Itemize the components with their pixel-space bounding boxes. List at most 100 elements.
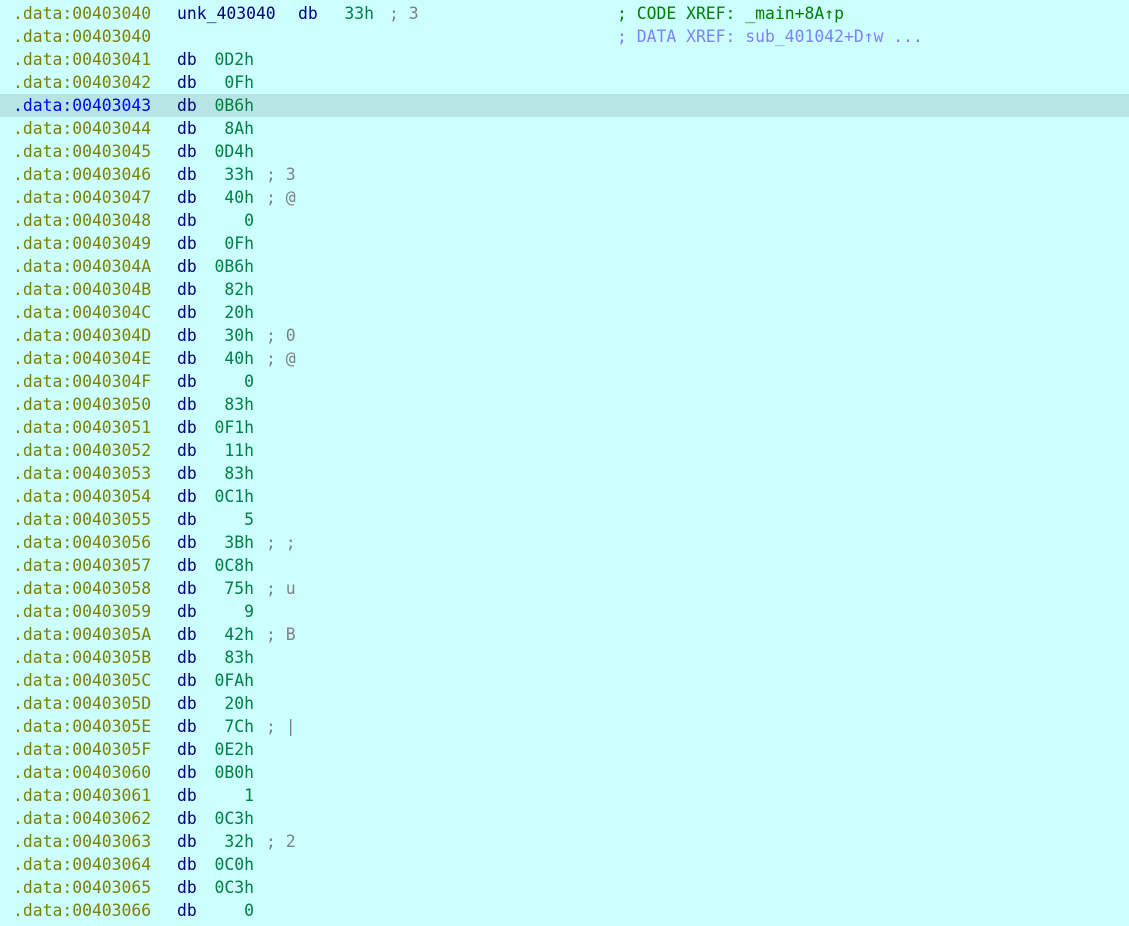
operand-value[interactable]: 82h — [214, 278, 254, 301]
address-label[interactable]: .data:00403046 — [13, 163, 151, 186]
operand-value[interactable]: 20h — [214, 692, 254, 715]
operand-value[interactable]: 0D4h — [214, 140, 254, 163]
operand-value[interactable]: 0 — [214, 899, 254, 922]
operand-value[interactable]: 33h — [334, 2, 374, 25]
listing-row[interactable]: .data:0040304E db 40h ; @ — [0, 347, 1129, 370]
operand-value[interactable]: 40h — [214, 186, 254, 209]
address-label[interactable]: .data:0040304F — [13, 370, 151, 393]
data-xref-comment[interactable]: ; DATA XREF: sub_401042+D↑w ... — [617, 25, 923, 48]
address-label[interactable]: .data:00403041 — [13, 48, 151, 71]
listing-row[interactable]: .data:0040304C db 20h — [0, 301, 1129, 324]
operand-value[interactable]: 8Ah — [214, 117, 254, 140]
address-label[interactable]: .data:00403050 — [13, 393, 151, 416]
address-label[interactable]: .data:00403065 — [13, 876, 151, 899]
address-label[interactable]: .data:0040305E — [13, 715, 151, 738]
listing-row[interactable]: .data:00403061 db 1 — [0, 784, 1129, 807]
listing-row[interactable]: .data:00403042 db 0Fh — [0, 71, 1129, 94]
listing-row[interactable]: .data:00403049 db 0Fh — [0, 232, 1129, 255]
address-label[interactable]: .data:00403055 — [13, 508, 151, 531]
address-label[interactable]: .data:00403064 — [13, 853, 151, 876]
address-label[interactable]: .data:0040304D — [13, 324, 151, 347]
address-label[interactable]: .data:00403049 — [13, 232, 151, 255]
listing-row[interactable]: .data:0040305F db 0E2h — [0, 738, 1129, 761]
address-label[interactable]: .data:00403043 — [13, 94, 151, 117]
address-label[interactable]: .data:00403062 — [13, 807, 151, 830]
listing-row[interactable]: .data:00403062 db 0C3h — [0, 807, 1129, 830]
listing-row[interactable]: .data:00403041 db 0D2h — [0, 48, 1129, 71]
listing-row[interactable]: .data:00403054 db 0C1h — [0, 485, 1129, 508]
operand-value[interactable]: 0 — [214, 209, 254, 232]
address-label[interactable]: .data:00403063 — [13, 830, 151, 853]
operand-value[interactable]: 30h — [214, 324, 254, 347]
listing-row[interactable]: .data:00403066 db 0 — [0, 899, 1129, 922]
operand-value[interactable]: 0B0h — [214, 761, 254, 784]
listing-row[interactable]: .data:0040305E db 7Ch ; | — [0, 715, 1129, 738]
operand-value[interactable]: 0C8h — [214, 554, 254, 577]
listing-row[interactable]: .data:00403057 db 0C8h — [0, 554, 1129, 577]
listing-row[interactable]: .data:00403052 db 11h — [0, 439, 1129, 462]
address-label[interactable]: .data:00403066 — [13, 899, 151, 922]
listing-row[interactable]: .data:0040305D db 20h — [0, 692, 1129, 715]
address-label[interactable]: .data:00403047 — [13, 186, 151, 209]
address-label[interactable]: .data:00403045 — [13, 140, 151, 163]
address-label[interactable]: .data:00403040 — [13, 2, 151, 25]
listing-row[interactable]: .data:0040305A db 42h ; B — [0, 623, 1129, 646]
operand-value[interactable]: 0C1h — [214, 485, 254, 508]
address-label[interactable]: .data:0040304E — [13, 347, 151, 370]
address-label[interactable]: .data:00403060 — [13, 761, 151, 784]
code-xref-comment[interactable]: ; CODE XREF: _main+8A↑p — [617, 2, 844, 25]
address-label[interactable]: .data:0040304B — [13, 278, 151, 301]
listing-row[interactable]: .data:0040305C db 0FAh — [0, 669, 1129, 692]
listing-row[interactable]: .data:0040304A db 0B6h — [0, 255, 1129, 278]
operand-value[interactable]: 0B6h — [214, 255, 254, 278]
listing-row[interactable]: .data:00403047 db 40h ; @ — [0, 186, 1129, 209]
address-label[interactable]: .data:0040305C — [13, 669, 151, 692]
address-label[interactable]: .data:0040305A — [13, 623, 151, 646]
address-label[interactable]: .data:00403048 — [13, 209, 151, 232]
listing-row[interactable]: .data:00403053 db 83h — [0, 462, 1129, 485]
address-label[interactable]: .data:0040304A — [13, 255, 151, 278]
address-label[interactable]: .data:00403052 — [13, 439, 151, 462]
address-label[interactable]: .data:0040305D — [13, 692, 151, 715]
operand-value[interactable]: 0D2h — [214, 48, 254, 71]
operand-value[interactable]: 0C3h — [214, 807, 254, 830]
listing-row-label[interactable]: .data:00403040 unk_403040 db 33h ; 3 ; C… — [0, 2, 1129, 25]
listing-row[interactable]: .data:0040304B db 82h — [0, 278, 1129, 301]
operand-value[interactable]: 83h — [214, 393, 254, 416]
operand-value[interactable]: 0E2h — [214, 738, 254, 761]
operand-value[interactable]: 0C3h — [214, 876, 254, 899]
listing-row[interactable]: .data:00403046 db 33h ; 3 — [0, 163, 1129, 186]
listing-row[interactable]: .data:00403050 db 83h — [0, 393, 1129, 416]
listing-row[interactable]: .data:00403056 db 3Bh ; ; — [0, 531, 1129, 554]
listing-row[interactable]: .data:0040305B db 83h — [0, 646, 1129, 669]
operand-value[interactable]: 40h — [214, 347, 254, 370]
listing-row[interactable]: .data:00403064 db 0C0h — [0, 853, 1129, 876]
operand-value[interactable]: 33h — [214, 163, 254, 186]
operand-value[interactable]: 3Bh — [214, 531, 254, 554]
listing-row[interactable]: .data:00403044 db 8Ah — [0, 117, 1129, 140]
operand-value[interactable]: 32h — [214, 830, 254, 853]
address-label[interactable]: .data:00403042 — [13, 71, 151, 94]
address-label[interactable]: .data:00403061 — [13, 784, 151, 807]
listing-row[interactable]: .data:00403045 db 0D4h — [0, 140, 1129, 163]
symbol-name[interactable]: unk_403040 — [177, 2, 276, 25]
operand-value[interactable]: 83h — [214, 462, 254, 485]
address-label[interactable]: .data:00403053 — [13, 462, 151, 485]
operand-value[interactable]: 0F1h — [214, 416, 254, 439]
operand-value[interactable]: 20h — [214, 301, 254, 324]
operand-value[interactable]: 1 — [214, 784, 254, 807]
listing-row[interactable]: .data:00403063 db 32h ; 2 — [0, 830, 1129, 853]
operand-value[interactable]: 9 — [214, 600, 254, 623]
listing-row[interactable]: .data:0040304D db 30h ; 0 — [0, 324, 1129, 347]
listing-row[interactable]: .data:00403065 db 0C3h — [0, 876, 1129, 899]
operand-value[interactable]: 0C0h — [214, 853, 254, 876]
address-label[interactable]: .data:00403044 — [13, 117, 151, 140]
listing-row[interactable]: .data:0040304F db 0 — [0, 370, 1129, 393]
operand-value[interactable]: 75h — [214, 577, 254, 600]
listing-row[interactable]: .data:00403055 db 5 — [0, 508, 1129, 531]
address-label[interactable]: .data:0040304C — [13, 301, 151, 324]
address-label[interactable]: .data:00403051 — [13, 416, 151, 439]
address-label[interactable]: .data:00403058 — [13, 577, 151, 600]
operand-value[interactable]: 11h — [214, 439, 254, 462]
address-label[interactable]: .data:0040305B — [13, 646, 151, 669]
